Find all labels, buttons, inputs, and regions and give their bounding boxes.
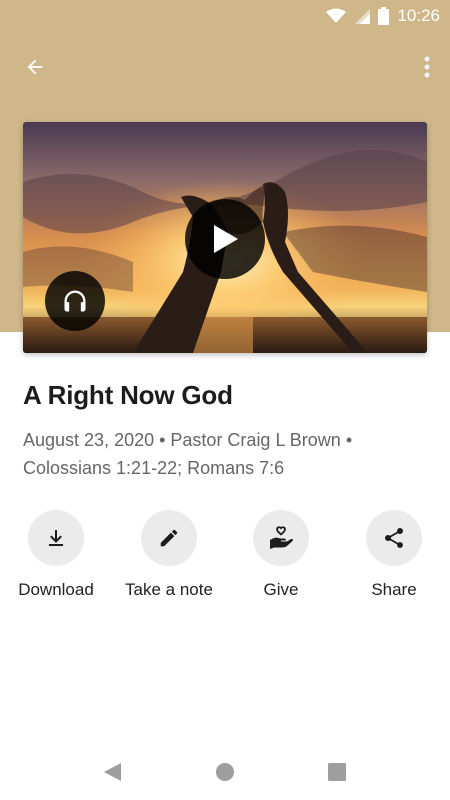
more-options-button[interactable]	[414, 48, 440, 86]
play-button[interactable]	[185, 199, 265, 279]
more-vertical-icon	[424, 56, 430, 78]
wifi-icon	[326, 8, 347, 23]
share-icon	[385, 528, 403, 548]
home-circle-icon	[216, 763, 234, 781]
nav-back-button[interactable]	[98, 758, 126, 786]
back-button[interactable]	[16, 48, 54, 86]
headphones-icon	[64, 290, 86, 312]
play-icon	[214, 225, 238, 253]
download-icon	[49, 530, 63, 546]
give-circle	[253, 510, 309, 566]
take-note-circle	[141, 510, 197, 566]
share-circle	[366, 510, 422, 566]
share-button[interactable]: Share	[338, 510, 450, 600]
back-triangle-icon	[104, 763, 121, 781]
share-label: Share	[371, 580, 417, 599]
signal-icon	[355, 9, 371, 24]
download-button[interactable]: Download	[0, 510, 112, 600]
sermon-artwork	[23, 122, 427, 353]
status-time: 10:26	[397, 6, 440, 25]
battery-icon	[378, 7, 390, 25]
take-note-label: Take a note	[125, 580, 213, 599]
sermon-date-speaker: August 23, 2020 • Pastor Craig L Brown •	[23, 430, 353, 450]
audio-button[interactable]	[45, 271, 105, 331]
give-heart-hand-icon	[270, 526, 293, 549]
give-button[interactable]: Give	[225, 510, 337, 600]
navigation-bar	[0, 740, 450, 800]
download-circle	[28, 510, 84, 566]
give-label: Give	[263, 580, 299, 599]
nav-home-button[interactable]	[211, 758, 239, 786]
recents-square-icon	[328, 763, 346, 781]
status-icons: 10:26	[326, 5, 440, 27]
arrow-left-icon	[27, 59, 43, 75]
sermon-meta: August 23, 2020 • Pastor Craig L Brown •…	[23, 426, 423, 482]
download-label: Download	[18, 580, 94, 599]
take-note-button[interactable]: Take a note	[113, 510, 225, 600]
nav-recents-button[interactable]	[323, 758, 351, 786]
pencil-icon	[160, 529, 178, 547]
status-bar: 10:26	[0, 0, 450, 32]
sermon-title: A Right Now God	[23, 380, 233, 410]
sermon-scripture: Colossians 1:21-22; Romans 7:6	[23, 458, 285, 478]
action-row: Download Take a note Give Share	[0, 510, 450, 610]
